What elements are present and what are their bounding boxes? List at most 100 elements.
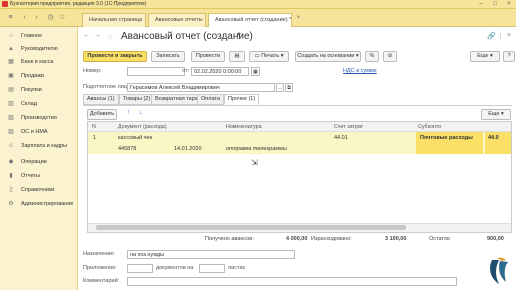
row-document-date[interactable]: 14.01.2020 <box>174 146 202 152</box>
attachment-docs-label: документов на <box>156 265 194 271</box>
main-content: ← → ☆ Авансовый отчет (создание) * 🔗 ⋮ ×… <box>79 27 516 290</box>
attachment-docs-field[interactable] <box>127 264 153 273</box>
sidebar: ⌂ Главное ▲ Руководителю ▦ Банк и касса ▣ Пр… <box>0 27 78 290</box>
history-icon[interactable]: ◷ <box>46 13 55 22</box>
sidebar-item-bank[interactable]: ▦ Банк и касса <box>0 56 78 68</box>
scrollbar-thumb[interactable] <box>96 225 406 230</box>
calendar-icon: ▦ <box>253 69 258 75</box>
advance-received-label: Получено авансов: <box>205 236 254 242</box>
sidebar-item-sales[interactable]: ▣ Продажи <box>0 70 78 82</box>
column-header-nomenclature[interactable]: Номенклатура <box>226 122 306 132</box>
create-based-on-button[interactable]: Создать на основании ▾ <box>295 51 361 62</box>
sidebar-item-salary[interactable]: ☺ Зарплата и кадры <box>0 140 78 152</box>
close-icon[interactable]: × <box>502 0 516 9</box>
spent-label: Израсходовано: <box>311 236 352 242</box>
row-extra[interactable]: 44.0 <box>488 135 499 141</box>
post-and-close-button[interactable]: Провести и закрыть <box>83 51 147 62</box>
page-title: Авансовый отчет (создание) <box>121 31 253 42</box>
row-account[interactable]: 44.01 <box>334 135 348 141</box>
move-up-icon[interactable]: ↑ <box>127 109 131 116</box>
tab-goods[interactable]: Товары (2) <box>119 94 155 105</box>
close-tab-icon[interactable]: × <box>294 14 303 23</box>
purpose-label: Назначение: <box>83 251 116 257</box>
help-button[interactable]: ? <box>503 51 515 62</box>
chart-icon: ▲ <box>8 46 14 52</box>
back-icon[interactable]: ← <box>83 32 92 41</box>
forward-icon[interactable]: › <box>32 13 41 22</box>
column-header-account[interactable]: Счет затрат <box>334 122 394 132</box>
add-row-button[interactable]: Добавить <box>87 109 117 120</box>
journal-icon: ▤ <box>234 53 240 59</box>
sidebar-item-reports[interactable]: ▮ Отчеты <box>0 170 78 182</box>
back-icon[interactable]: ‹ <box>20 13 29 22</box>
post-button[interactable]: Провести <box>191 51 225 62</box>
link-icon[interactable]: 🔗 <box>487 32 496 40</box>
sidebar-item-catalogs[interactable]: ▯ Справочники <box>0 184 78 196</box>
tab-payment[interactable]: Оплата <box>197 94 224 105</box>
move-down-icon[interactable]: ↓ <box>139 109 143 116</box>
expenses-table: N Документ (расхода) Номенклатура Счет з… <box>87 121 512 233</box>
attachment-label: Приложение: <box>83 265 117 271</box>
row-document[interactable]: кассовый чек <box>118 135 152 141</box>
tab-returnable-packaging[interactable]: Возвратная тара <box>151 94 202 105</box>
window-title: Бухгалтерия предприятия, редакция 3.0 (1… <box>10 1 147 7</box>
sidebar-item-warehouse[interactable]: ▥ Склад <box>0 98 78 110</box>
spent-value: 3 100,00 <box>385 236 407 242</box>
favorites-icon[interactable]: ☆ <box>58 13 67 22</box>
menu-icon[interactable]: ≡ <box>6 13 15 22</box>
sidebar-item-production[interactable]: ▨ Производство <box>0 112 78 124</box>
sidebar-item-fixed-assets[interactable]: ▧ ОС и НМА <box>0 126 78 138</box>
modified-marker: * <box>237 31 241 42</box>
open-icon: ⧉ <box>287 85 291 91</box>
tab-advances[interactable]: Авансы (1) <box>83 94 119 105</box>
more-button[interactable]: Еще ▾ <box>470 51 500 62</box>
minimize-icon[interactable]: – <box>474 0 488 9</box>
sidebar-item-operations[interactable]: ◆ Операции <box>0 156 78 168</box>
sidebar-item-main[interactable]: ⌂ Главное <box>0 30 78 42</box>
person-select-button[interactable]: … <box>276 83 284 92</box>
comment-field[interactable] <box>127 277 457 286</box>
attach-button[interactable]: ⊘ <box>383 51 397 62</box>
tab-advance-report-create[interactable]: Авансовый отчет (создание) * <box>208 13 292 27</box>
row-document-number[interactable]: 445878 <box>118 146 136 152</box>
date-field[interactable]: 02.02.2020 0:00:00 <box>191 67 249 76</box>
row-number: 1 <box>93 135 97 141</box>
sidebar-item-admin[interactable]: ⚙ Администрирование <box>0 198 78 210</box>
structure-icon: % <box>369 53 375 59</box>
maximize-icon[interactable]: □ <box>488 0 502 9</box>
tab-bar: ≡ ‹ › ◷ ☆ Начальная страница Авансовые о… <box>0 9 516 27</box>
table-more-button[interactable]: Еще ▾ <box>481 109 511 120</box>
number-field[interactable] <box>127 67 185 76</box>
attachment-sheets-field[interactable] <box>199 264 225 273</box>
posting-journal-button[interactable]: ▤ <box>229 51 245 62</box>
close-form-icon[interactable]: × <box>507 32 511 39</box>
basket-icon: ▤ <box>8 87 14 93</box>
row-nomenclature[interactable]: отправка телеграммы <box>226 146 287 152</box>
sidebar-item-manager[interactable]: ▲ Руководителю <box>0 43 78 55</box>
balance-label: Остаток: <box>429 236 451 242</box>
structure-button[interactable]: % <box>365 51 379 62</box>
purpose-field[interactable]: на хоз.нужды <box>127 250 295 259</box>
tab-advance-reports[interactable]: Авансовые отчеты <box>148 13 206 27</box>
tab-other[interactable]: Прочее (1) <box>224 94 260 105</box>
forward-icon[interactable]: → <box>94 32 103 41</box>
accountable-person-field[interactable]: Герасимов Алексей Владимирович <box>127 83 275 92</box>
ellipsis-icon: … <box>277 85 283 91</box>
tab-home[interactable]: Начальная страница <box>82 13 146 27</box>
column-header-subconto[interactable]: Субконто <box>418 122 478 132</box>
title-bar: Бухгалтерия предприятия, редакция 3.0 (1… <box>0 0 516 9</box>
print-button[interactable]: ▭ Печать ▾ <box>249 51 289 62</box>
calendar-button[interactable]: ▦ <box>251 67 260 76</box>
column-header-document[interactable]: Документ (расхода) <box>118 122 198 132</box>
sidebar-item-purchases[interactable]: ▤ Покупки <box>0 84 78 96</box>
comment-label: Комментарий: <box>83 278 120 284</box>
save-button[interactable]: Записать <box>151 51 185 62</box>
help-icon: ? <box>507 53 511 59</box>
vat-amount-link[interactable]: НДС в сумме <box>343 68 377 74</box>
row-subconto[interactable]: Почтовые расходы <box>420 135 473 141</box>
favorite-star-icon[interactable]: ☆ <box>107 33 116 42</box>
person-open-button[interactable]: ⧉ <box>285 83 293 92</box>
column-header-n[interactable]: N <box>92 122 100 132</box>
app-icon <box>2 1 8 7</box>
more-actions-icon[interactable]: ⋮ <box>497 32 504 40</box>
